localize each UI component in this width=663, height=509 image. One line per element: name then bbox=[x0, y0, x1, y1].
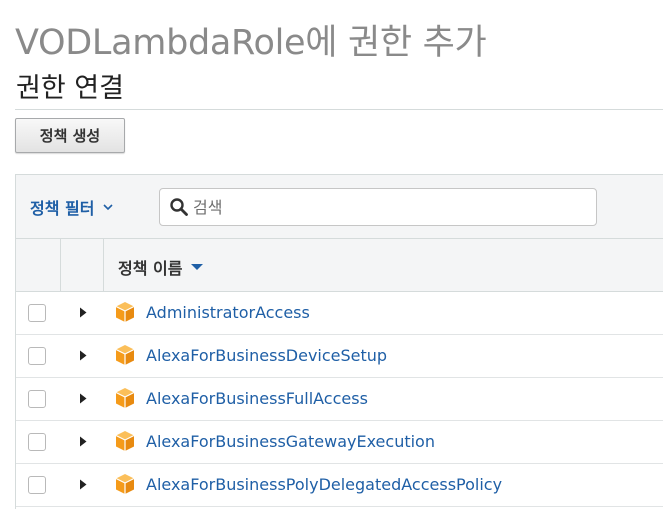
page-title: VODLambdaRole에 권한 추가 bbox=[15, 23, 487, 63]
row-checkbox[interactable] bbox=[28, 390, 46, 408]
policy-filter-dropdown[interactable]: 정책 필터 bbox=[30, 195, 114, 219]
row-checkbox[interactable] bbox=[28, 304, 46, 322]
sort-desc-icon bbox=[191, 264, 204, 270]
table-row: AlexaForBusinessGatewayExecution bbox=[16, 421, 663, 464]
caret-right-icon[interactable] bbox=[79, 350, 87, 361]
table-row: AdministratorAccess bbox=[16, 292, 663, 335]
policy-name-link[interactable]: AlexaForBusinessDeviceSetup bbox=[146, 346, 387, 365]
row-checkbox[interactable] bbox=[28, 476, 46, 494]
policy-table-panel: 정책 필터 정책 이름 bbox=[15, 174, 663, 509]
policy-cube-icon bbox=[115, 345, 135, 365]
column-header-policy-name[interactable]: 정책 이름 bbox=[118, 255, 204, 279]
create-policy-button[interactable]: 정책 생성 bbox=[15, 118, 125, 153]
divider bbox=[15, 109, 663, 110]
policy-cube-icon bbox=[115, 474, 135, 494]
caret-right-icon[interactable] bbox=[79, 479, 87, 490]
caret-right-icon[interactable] bbox=[79, 307, 87, 318]
policy-cube-icon bbox=[115, 388, 135, 408]
column-divider bbox=[103, 239, 104, 291]
caret-right-icon[interactable] bbox=[79, 393, 87, 404]
chevron-down-icon bbox=[103, 204, 114, 211]
filter-bar: 정책 필터 bbox=[16, 174, 663, 239]
column-divider bbox=[60, 239, 61, 291]
table-header-row: 정책 이름 bbox=[16, 239, 663, 292]
column-header-label: 정책 이름 bbox=[118, 259, 183, 278]
table-row: AlexaForBusinessFullAccess bbox=[16, 378, 663, 421]
search-box[interactable] bbox=[159, 188, 597, 226]
table-row: AlexaForBusinessDeviceSetup bbox=[16, 335, 663, 378]
section-title: 권한 연결 bbox=[16, 73, 124, 104]
policy-cube-icon bbox=[115, 431, 135, 451]
policy-filter-label: 정책 필터 bbox=[30, 199, 95, 218]
policy-name-link[interactable]: AlexaForBusinessPolyDelegatedAccessPolic… bbox=[146, 475, 502, 494]
row-checkbox[interactable] bbox=[28, 347, 46, 365]
policy-name-link[interactable]: AdministratorAccess bbox=[146, 303, 310, 322]
table-row: AlexaForBusinessPolyDelegatedAccessPolic… bbox=[16, 464, 663, 507]
policy-name-link[interactable]: AlexaForBusinessGatewayExecution bbox=[146, 432, 435, 451]
policy-name-link[interactable]: AlexaForBusinessFullAccess bbox=[146, 389, 368, 408]
row-checkbox[interactable] bbox=[28, 433, 46, 451]
search-input[interactable] bbox=[193, 192, 573, 222]
caret-right-icon[interactable] bbox=[79, 436, 87, 447]
policy-cube-icon bbox=[115, 302, 135, 322]
search-icon bbox=[170, 198, 188, 216]
